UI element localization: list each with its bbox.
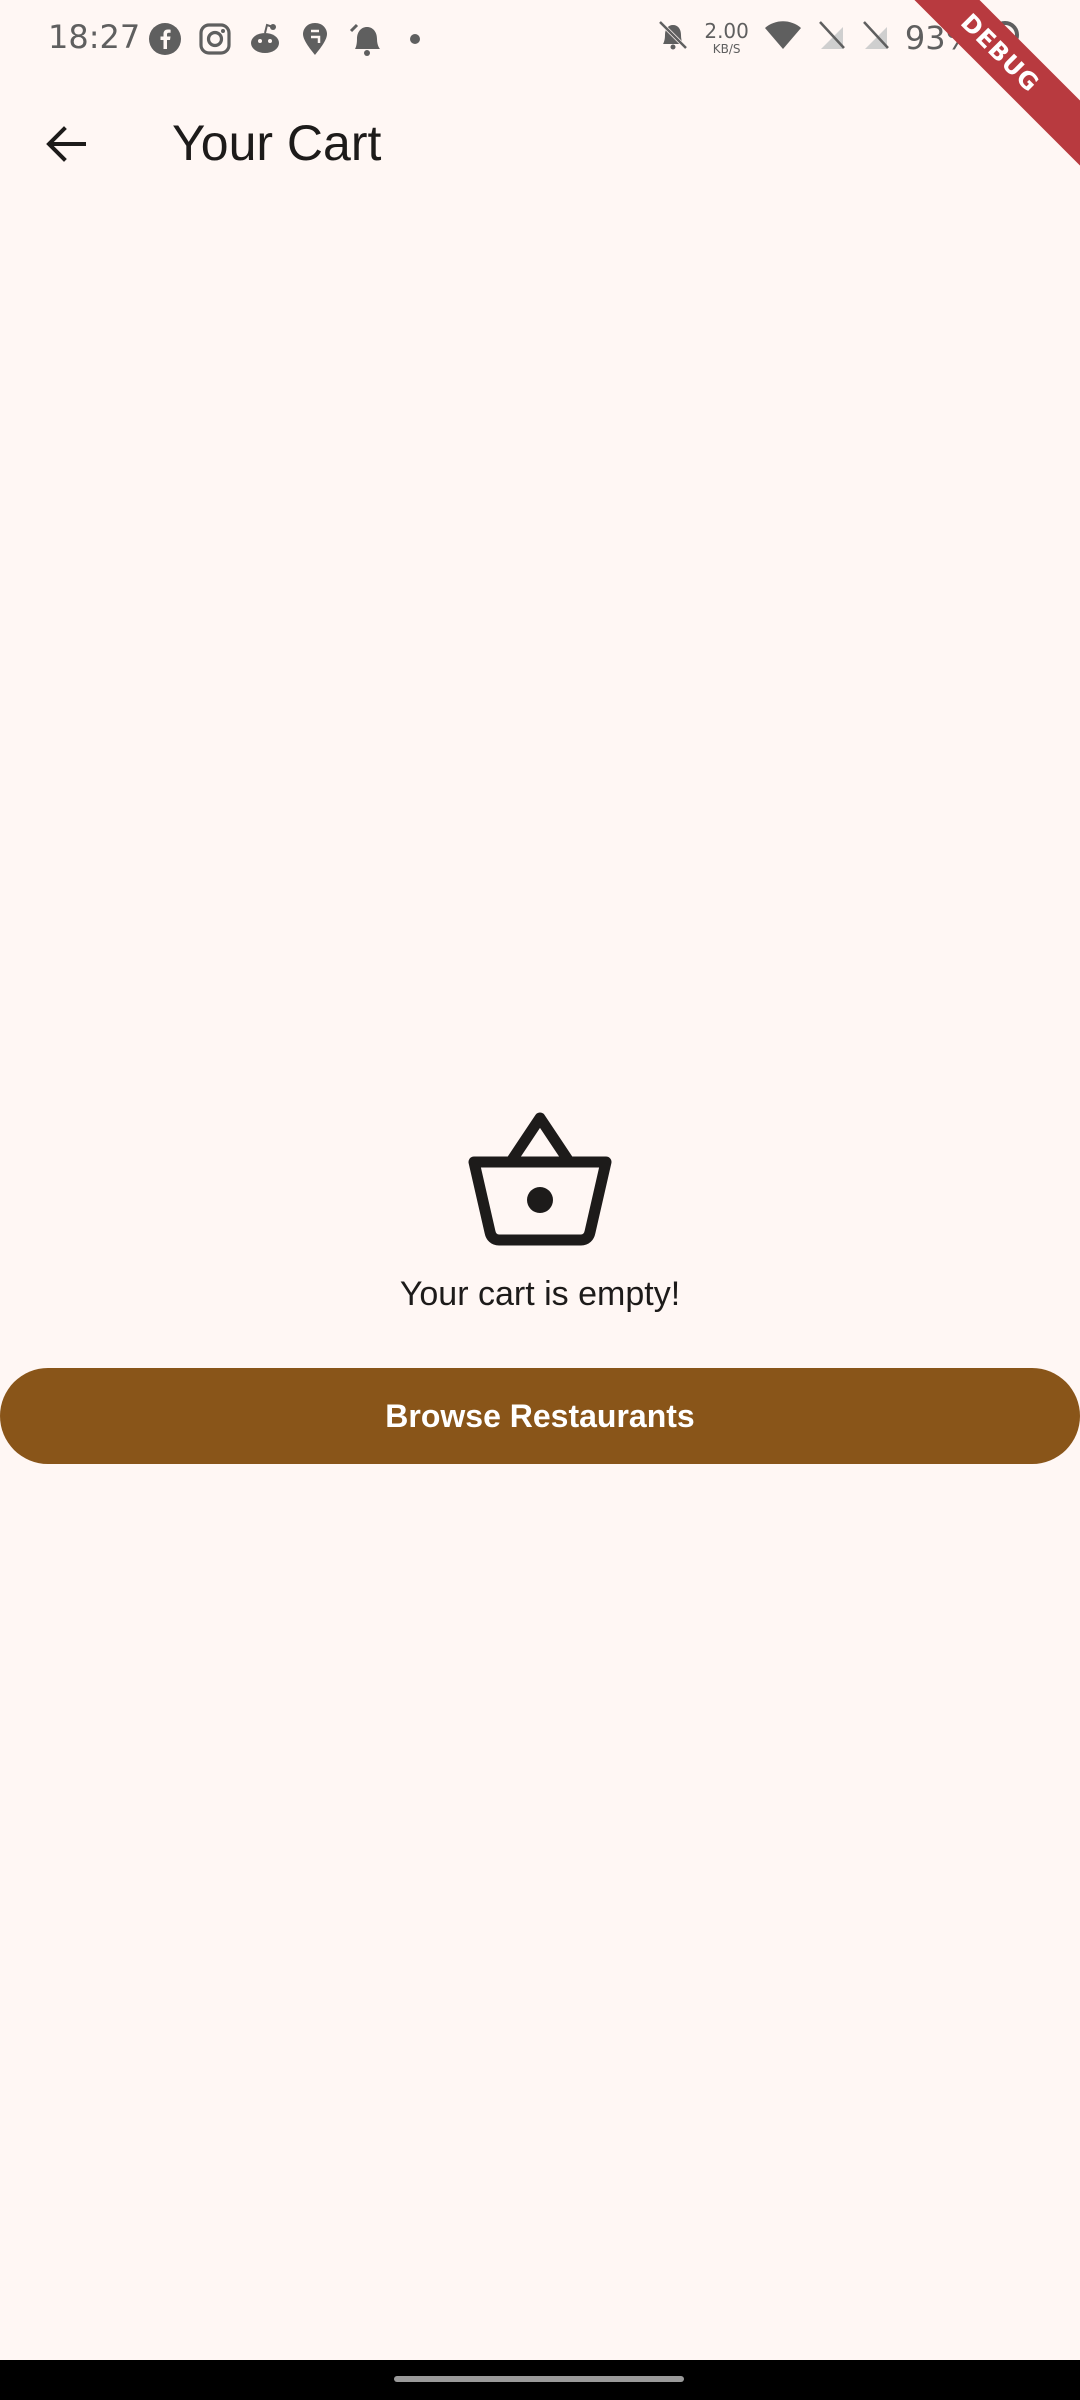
status-time: 18:27 [48,18,141,56]
arrow-back-icon [44,124,88,169]
app-bar: Your Cart [0,80,1080,212]
network-speed-unit: KB/S [712,41,741,56]
empty-cart-message: Your cart is empty! [399,1275,681,1313]
shopping-basket-icon [466,1110,614,1250]
page-title: Your Cart [172,115,382,171]
facebook-icon [146,20,184,58]
status-notification-icons [146,20,434,58]
navigation-bar [0,2360,1080,2400]
mute-notifications-icon [656,18,690,57]
network-speed: 2.00 KB/S [704,21,749,55]
swiggy-icon [296,20,334,58]
more-dot-icon [396,20,434,58]
back-button[interactable] [30,110,102,182]
instagram-icon [196,20,234,58]
reddit-icon [246,20,284,58]
home-gesture-handle[interactable] [394,2376,684,2382]
no-sim-icon-2 [861,19,891,56]
status-bar: 18:27 2.00 KB/S 93% [0,0,1080,80]
browse-restaurants-button[interactable]: Browse Restaurants [0,1368,1080,1464]
notification-bell-icon [346,20,384,58]
no-sim-icon [817,19,847,56]
wifi-icon [763,19,803,56]
network-speed-value: 2.00 [704,18,749,43]
